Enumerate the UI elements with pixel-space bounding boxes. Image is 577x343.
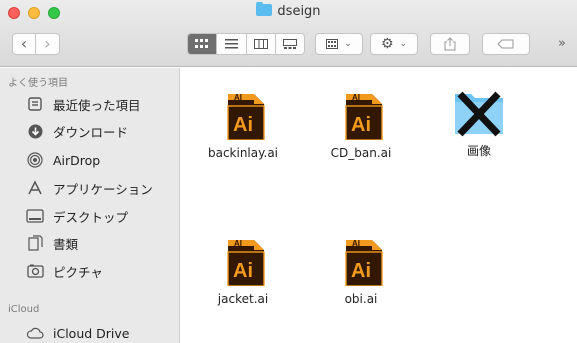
gear-icon: ⚙ <box>380 36 394 52</box>
chevron-down-icon: ⌄ <box>344 39 352 49</box>
sidebar: よく使う項目 最近使った項目 ダウンロード AirDrop アプリケーション デ… <box>0 68 180 343</box>
list-view-button[interactable] <box>217 34 247 54</box>
illustrator-file-icon: AI Ai <box>220 88 266 141</box>
file-item[interactable]: AI Ai obi.ai <box>315 234 407 306</box>
view-mode-selector <box>187 33 305 55</box>
forward-arrow-icon: › <box>44 34 51 53</box>
illustrator-file-icon: AI Ai <box>338 234 384 287</box>
grid-icon <box>326 39 339 49</box>
sidebar-item-label: AirDrop <box>53 152 101 168</box>
svg-text:Ai: Ai <box>233 260 253 282</box>
recents-icon <box>25 95 45 113</box>
sidebar-item-label: デスクトップ <box>53 209 129 225</box>
svg-text:Ai: Ai <box>233 114 253 136</box>
column-view-button[interactable] <box>247 34 276 54</box>
toolbar-overflow-button[interactable]: » <box>558 36 566 51</box>
share-icon <box>444 37 456 51</box>
sidebar-favorites-heading: よく使う項目 <box>8 78 68 89</box>
folder-icon <box>256 2 273 16</box>
folder-icon <box>449 86 509 138</box>
sidebar-icloud-heading: iCloud <box>8 304 40 315</box>
list-icon <box>224 39 238 49</box>
grid-icon <box>195 39 209 48</box>
back-arrow-icon: ‹ <box>20 34 28 53</box>
sidebar-item-desktop[interactable]: デスクトップ <box>8 204 176 228</box>
svg-text:Ai: Ai <box>351 260 371 282</box>
back-button[interactable]: ‹ <box>12 33 36 55</box>
sidebar-item-recents[interactable]: 最近使った項目 <box>8 92 176 116</box>
sidebar-item-downloads[interactable]: ダウンロード <box>8 119 176 143</box>
file-name: backinlay.ai <box>207 146 279 160</box>
folder-item[interactable]: 画像 <box>433 86 525 159</box>
svg-text:AI: AI <box>234 239 242 248</box>
window-title-text: dseign <box>277 4 321 19</box>
sidebar-item-label: 最近使った項目 <box>53 97 141 113</box>
file-name: 画像 <box>466 144 491 158</box>
downloads-icon <box>25 122 45 140</box>
chevron-down-icon: ⌄ <box>399 39 408 49</box>
sidebar-item-applications[interactable]: アプリケーション <box>8 176 176 200</box>
sidebar-item-label: iCloud Drive <box>53 325 130 341</box>
sidebar-item-label: アプリケーション <box>53 181 153 197</box>
columns-icon <box>253 39 268 49</box>
sidebar-item-label: ダウンロード <box>53 124 129 140</box>
icon-view-button[interactable] <box>188 34 218 54</box>
gallery-icon <box>282 39 297 49</box>
illustrator-file-icon: AI Ai <box>220 234 266 287</box>
window-title: dseign <box>0 2 577 21</box>
toolbar: dseign ‹ › ⌄ ⚙ ⌄ » <box>0 0 577 67</box>
tags-button[interactable] <box>482 33 530 55</box>
documents-icon <box>25 234 45 252</box>
desktop-icon <box>25 207 45 225</box>
airdrop-icon <box>25 151 45 169</box>
file-item[interactable]: AI Ai jacket.ai <box>197 234 289 306</box>
file-grid: AI Ai backinlay.ai AI Ai CD_ban.ai 画像 AI… <box>181 68 577 343</box>
illustrator-file-icon: AI Ai <box>338 88 384 141</box>
arrange-button[interactable]: ⌄ <box>315 33 363 55</box>
sidebar-item-label: 書類 <box>53 236 79 252</box>
file-name: jacket.ai <box>217 292 269 306</box>
file-name: obi.ai <box>344 292 378 306</box>
svg-text:AI: AI <box>352 93 360 102</box>
sidebar-item-pictures[interactable]: ピクチャ <box>8 259 176 283</box>
sidebar-item-airdrop[interactable]: AirDrop <box>8 148 176 172</box>
file-item[interactable]: AI Ai backinlay.ai <box>197 88 289 160</box>
file-name: CD_ban.ai <box>330 146 392 160</box>
svg-text:AI: AI <box>352 239 360 248</box>
finder-window: dseign ‹ › ⌄ ⚙ ⌄ » よく使う項目 最近使った項目 ダウンロード… <box>0 0 577 343</box>
tag-icon <box>497 39 514 49</box>
sidebar-item-label: ピクチャ <box>53 264 103 280</box>
forward-button[interactable]: › <box>36 33 60 55</box>
icloud-icon <box>25 324 45 342</box>
sidebar-item-documents[interactable]: 書類 <box>8 231 176 255</box>
sidebar-item-icloud-drive[interactable]: iCloud Drive <box>8 321 176 343</box>
svg-text:Ai: Ai <box>351 114 371 136</box>
pictures-icon <box>25 262 45 280</box>
action-button[interactable]: ⚙ ⌄ <box>370 33 418 55</box>
svg-text:AI: AI <box>234 93 242 102</box>
applications-icon <box>25 179 45 197</box>
file-item[interactable]: AI Ai CD_ban.ai <box>315 88 407 160</box>
share-button[interactable] <box>430 33 470 55</box>
gallery-view-button[interactable] <box>276 34 304 54</box>
